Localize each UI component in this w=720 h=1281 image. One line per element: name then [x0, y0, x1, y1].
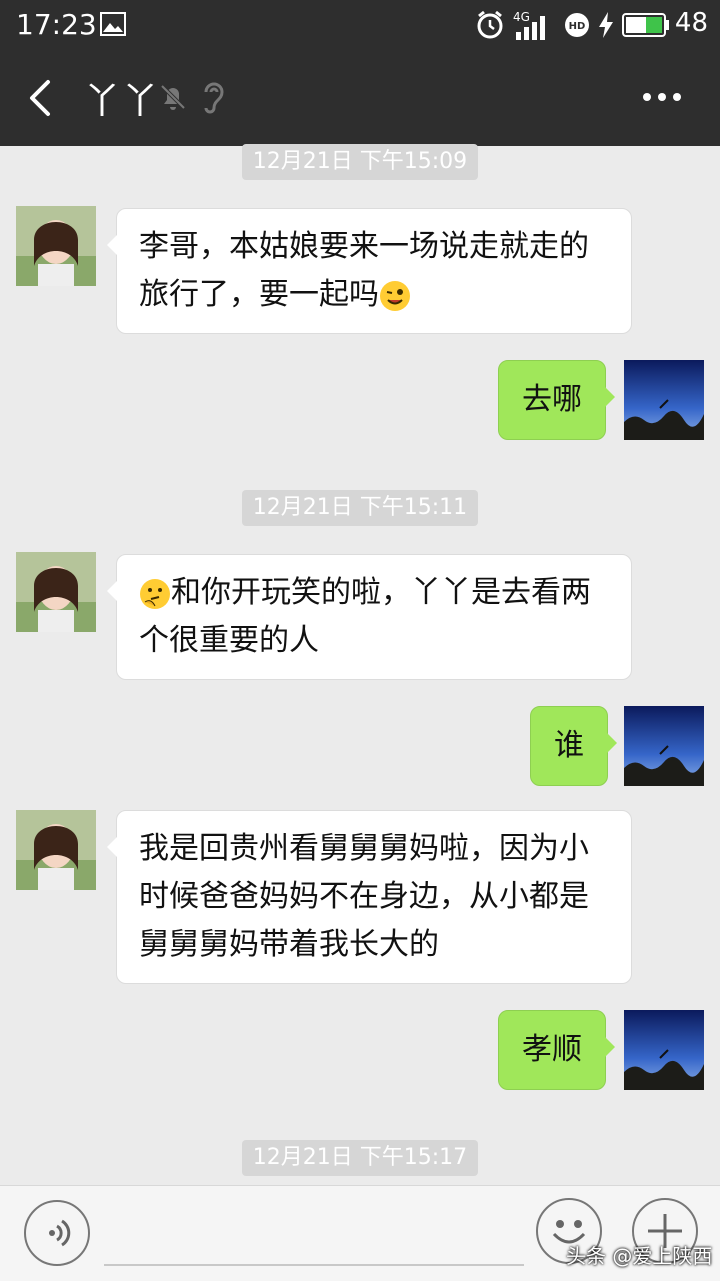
voice-icon [49, 1219, 71, 1247]
avatar-self[interactable] [624, 706, 704, 786]
avatar-self[interactable] [624, 1010, 704, 1090]
message-bubble-incoming[interactable]: 我是回贵州看舅舅舅妈啦，因为小 时候爸爸妈妈不在身边，从小都是 舅舅舅妈带着我长… [107, 810, 632, 984]
svg-text:HD: HD [569, 21, 586, 32]
watermark: 头条 @爱上陕西 [566, 1244, 713, 1268]
message-bubble-incoming[interactable]: 李哥，本姑娘要来一场说走就走的 旅行了，要一起吗 [107, 208, 632, 334]
message-bubble-outgoing[interactable]: 谁 [530, 706, 617, 786]
chat-title: 丫丫 [84, 81, 161, 122]
back-arrow-icon[interactable] [28, 78, 52, 118]
message-text: 去哪 [522, 382, 582, 417]
avatar-self[interactable] [624, 360, 704, 440]
status-time: 17:23 [16, 8, 97, 41]
avatar-contact[interactable] [16, 810, 96, 890]
message-input[interactable] [104, 1264, 524, 1266]
message-text: 和你开玩笑的啦，丫丫是去看两 [171, 575, 591, 610]
signal-icon [516, 16, 545, 40]
battery-level: 48 [674, 8, 708, 38]
earpiece-icon [204, 82, 224, 114]
message-text: 孝顺 [522, 1032, 582, 1067]
timestamp: 12月21日 下午15:17 [242, 1140, 478, 1176]
avatar-contact[interactable] [16, 552, 96, 632]
voice-button[interactable] [24, 1200, 90, 1266]
message-text: 个很重要的人 [139, 623, 319, 658]
message-bubble-incoming[interactable]: 和你开玩笑的啦，丫丫是去看两 个很重要的人 [107, 554, 632, 680]
message-text: 舅舅舅妈带着我长大的 [139, 927, 439, 962]
alarm-icon [477, 10, 503, 39]
more-icon[interactable] [642, 92, 682, 102]
hd-icon: HD [565, 13, 589, 37]
message-text: 李哥，本姑娘要来一场说走就走的 [139, 229, 589, 264]
message-text: 我是回贵州看舅舅舅妈啦，因为小 [139, 831, 589, 866]
status-bar: 17:23 4G HD 48 [0, 0, 720, 50]
message-text: 时候爸爸妈妈不在身边，从小都是 [139, 879, 589, 914]
timestamp: 12月21日 下午15:11 [242, 490, 478, 526]
message-text: 谁 [554, 728, 584, 763]
mute-bell-icon [160, 84, 186, 110]
message-bubble-outgoing[interactable]: 孝顺 [498, 1010, 615, 1090]
image-icon [100, 12, 126, 36]
message-bubble-outgoing[interactable]: 去哪 [498, 360, 615, 440]
chat-header: 丫丫 [0, 50, 720, 146]
thinking-emoji-icon [140, 578, 170, 609]
battery-icon [622, 13, 669, 37]
charging-icon [599, 12, 613, 38]
message-text: 旅行了，要一起吗 [139, 277, 379, 312]
avatar-contact[interactable] [16, 206, 96, 286]
wink-emoji-icon [380, 280, 410, 311]
timestamp: 12月21日 下午15:09 [242, 144, 478, 180]
